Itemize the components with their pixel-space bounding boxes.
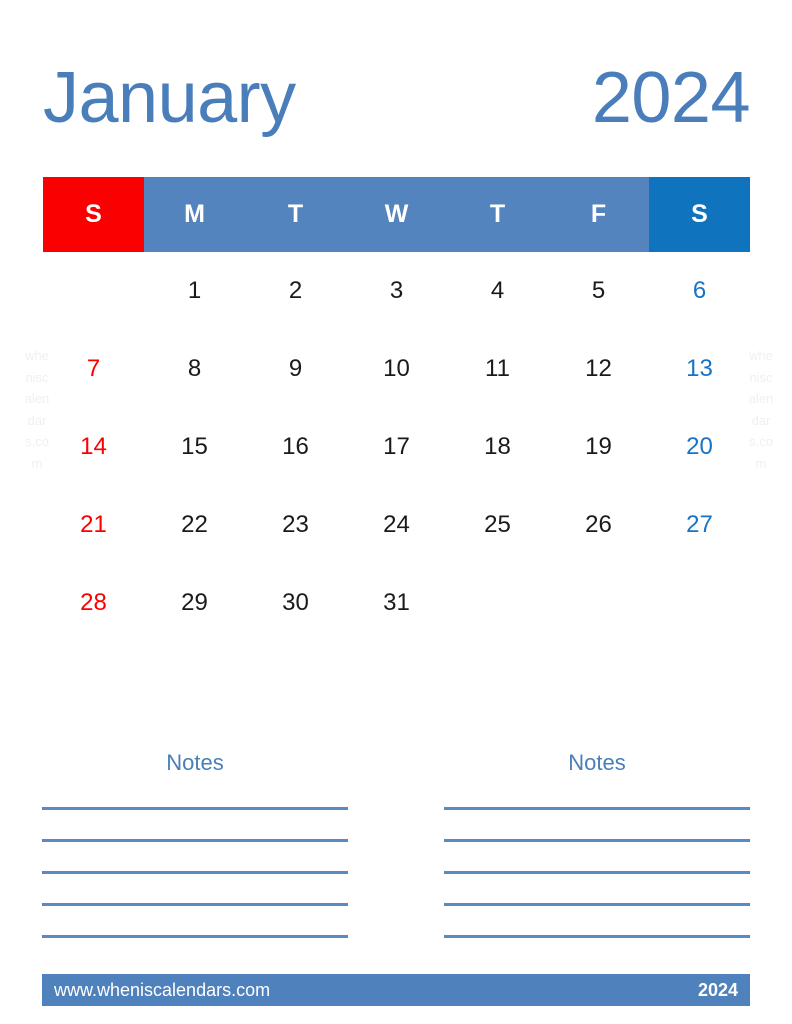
- day-cell-26[interactable]: 26: [548, 486, 649, 564]
- weekday-header-row: SMTWTFS: [43, 177, 750, 252]
- note-line[interactable]: [42, 839, 348, 842]
- note-line[interactable]: [444, 871, 750, 874]
- day-cell-empty: [548, 564, 649, 642]
- watermark-right: wheniscalendars.com: [748, 348, 774, 471]
- calendar-page: { "title": { "month": "January", "year":…: [0, 0, 792, 1024]
- day-cell-6[interactable]: 6: [649, 252, 750, 330]
- day-cell-15[interactable]: 15: [144, 408, 245, 486]
- note-lines-right: [444, 807, 750, 938]
- day-cell-3[interactable]: 3: [346, 252, 447, 330]
- page-title: January 2024: [43, 52, 751, 144]
- note-line[interactable]: [444, 839, 750, 842]
- weekday-header-6: S: [649, 177, 750, 252]
- note-line[interactable]: [42, 935, 348, 938]
- day-cell-8[interactable]: 8: [144, 330, 245, 408]
- note-lines-left: [42, 807, 348, 938]
- day-cell-7[interactable]: 7: [43, 330, 144, 408]
- calendar-days: 1 2 3 4 5 6 7 8 9 10 11 12 13 14 15 16 17 18 19 20 21 22 23 24 2…: [43, 252, 750, 642]
- day-cell-28[interactable]: 28: [43, 564, 144, 642]
- day-cell-20[interactable]: 20: [649, 408, 750, 486]
- day-cell-17[interactable]: 17: [346, 408, 447, 486]
- notes-section-left: Notes: [42, 752, 348, 967]
- watermark-left: wheniscalendars.com: [24, 348, 50, 471]
- note-line[interactable]: [444, 935, 750, 938]
- day-cell-27[interactable]: 27: [649, 486, 750, 564]
- day-cell-21[interactable]: 21: [43, 486, 144, 564]
- weekday-header-0: S: [43, 177, 144, 252]
- weekday-header-5: F: [548, 177, 649, 252]
- day-cell-16[interactable]: 16: [245, 408, 346, 486]
- day-cell-5[interactable]: 5: [548, 252, 649, 330]
- note-line[interactable]: [444, 903, 750, 906]
- note-line[interactable]: [42, 807, 348, 810]
- day-cell-9[interactable]: 9: [245, 330, 346, 408]
- note-line[interactable]: [42, 871, 348, 874]
- day-cell-19[interactable]: 19: [548, 408, 649, 486]
- day-cell-empty: [447, 564, 548, 642]
- day-cell-14[interactable]: 14: [43, 408, 144, 486]
- day-cell-22[interactable]: 22: [144, 486, 245, 564]
- footer-year: 2024: [697, 980, 738, 1000]
- day-cell-4[interactable]: 4: [447, 252, 548, 330]
- day-cell-18[interactable]: 18: [447, 408, 548, 486]
- day-cell-11[interactable]: 11: [447, 330, 548, 408]
- day-cell-2[interactable]: 2: [245, 252, 346, 330]
- title-year: 2024: [591, 58, 751, 138]
- day-cell-12[interactable]: 12: [548, 330, 649, 408]
- weekday-header-2: T: [245, 177, 346, 252]
- weekday-header-4: T: [447, 177, 548, 252]
- weekday-header-1: M: [144, 177, 245, 252]
- note-line[interactable]: [42, 903, 348, 906]
- note-line[interactable]: [444, 807, 750, 810]
- notes-title-right: Notes: [568, 750, 626, 775]
- title-month: January: [43, 58, 296, 138]
- day-cell-10[interactable]: 10: [346, 330, 447, 408]
- footer-bar: www.wheniscalendars.com 2024: [42, 974, 750, 1006]
- footer-website-link[interactable]: www.wheniscalendars.com: [54, 981, 270, 999]
- day-cell-13[interactable]: 13: [649, 330, 750, 408]
- notes-section-right: Notes: [444, 752, 750, 967]
- calendar-grid: SMTWTFS 1 2 3 4 5 6 7 8 9 10 11 12 13 14 15 16 17 18 19 20 2…: [43, 177, 750, 642]
- day-cell-empty: [43, 252, 144, 330]
- day-cell-23[interactable]: 23: [245, 486, 346, 564]
- day-cell-31[interactable]: 31: [346, 564, 447, 642]
- day-cell-29[interactable]: 29: [144, 564, 245, 642]
- day-cell-1[interactable]: 1: [144, 252, 245, 330]
- weekday-header-3: W: [346, 177, 447, 252]
- day-cell-24[interactable]: 24: [346, 486, 447, 564]
- day-cell-empty: [649, 564, 750, 642]
- day-cell-25[interactable]: 25: [447, 486, 548, 564]
- day-cell-30[interactable]: 30: [245, 564, 346, 642]
- notes-title-left: Notes: [166, 750, 224, 775]
